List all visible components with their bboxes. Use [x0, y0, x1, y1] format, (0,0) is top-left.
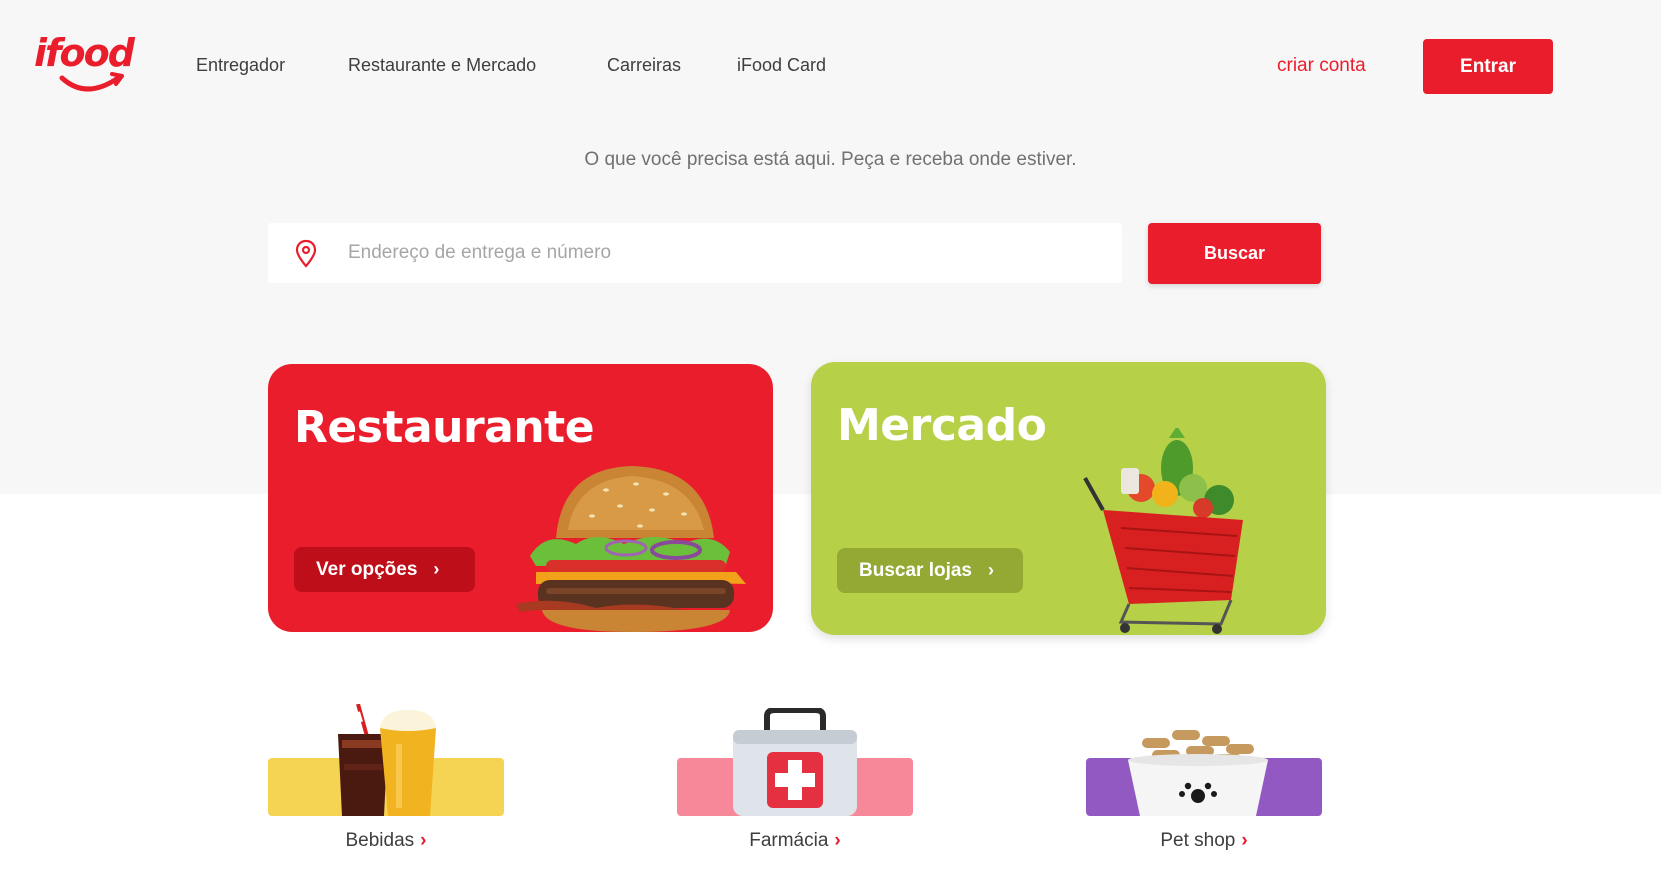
restaurant-card-title: Restaurante: [294, 402, 595, 453]
ifood-logo[interactable]: ifood: [34, 30, 138, 92]
category-drinks[interactable]: Bebidas ›: [268, 700, 504, 860]
login-button[interactable]: Entrar: [1423, 39, 1553, 94]
search-stores-button[interactable]: Buscar lojas ›: [837, 548, 1023, 593]
category-label: Farmácia ›: [677, 830, 913, 852]
search-stores-label: Buscar lojas: [859, 559, 972, 581]
see-options-label: Ver opções: [316, 558, 418, 580]
drinks-image: [338, 704, 436, 816]
category-pharmacy[interactable]: Farmácia ›: [677, 700, 913, 860]
category-pet-shop[interactable]: Pet shop ›: [1086, 700, 1322, 860]
market-card-title: Mercado: [837, 400, 1047, 451]
nav-item-carreiras[interactable]: Carreiras: [607, 55, 681, 76]
logo-smile-icon: [59, 72, 124, 92]
nav-item-entregador[interactable]: Entregador: [196, 55, 285, 76]
category-pharmacy-label: Farmácia: [749, 830, 829, 851]
chevron-right-icon: ›: [834, 830, 841, 851]
restaurant-card[interactable]: Restaurante Ver opções ›: [268, 364, 773, 632]
nav-item-restaurante-mercado[interactable]: Restaurante e Mercado: [348, 55, 536, 76]
nav-item-ifood-card[interactable]: iFood Card: [737, 55, 826, 76]
chevron-right-icon: ›: [1241, 830, 1248, 851]
address-input[interactable]: [348, 223, 1108, 283]
search-button[interactable]: Buscar: [1148, 223, 1321, 284]
chevron-right-icon: ›: [433, 559, 440, 579]
chevron-right-icon: ›: [988, 560, 994, 580]
pet-bowl-image: [1128, 730, 1268, 816]
category-label: Bebidas ›: [268, 830, 504, 852]
create-account-link[interactable]: criar conta: [1277, 55, 1366, 77]
first-aid-kit-image: [733, 708, 857, 816]
see-options-button[interactable]: Ver opções ›: [294, 547, 475, 592]
category-label: Pet shop ›: [1086, 830, 1322, 852]
shopping-cart-image: [1083, 428, 1243, 634]
chevron-right-icon: ›: [420, 830, 427, 851]
category-drinks-label: Bebidas: [345, 830, 415, 851]
address-search-box: [268, 223, 1122, 283]
burger-image: [516, 466, 746, 632]
location-pin-icon: [295, 239, 317, 268]
hero-tagline: O que você precisa está aqui. Peça e rec…: [584, 149, 1077, 170]
market-card[interactable]: Mercado Buscar lojas ›: [811, 362, 1326, 635]
category-pet-shop-label: Pet shop: [1160, 830, 1236, 851]
